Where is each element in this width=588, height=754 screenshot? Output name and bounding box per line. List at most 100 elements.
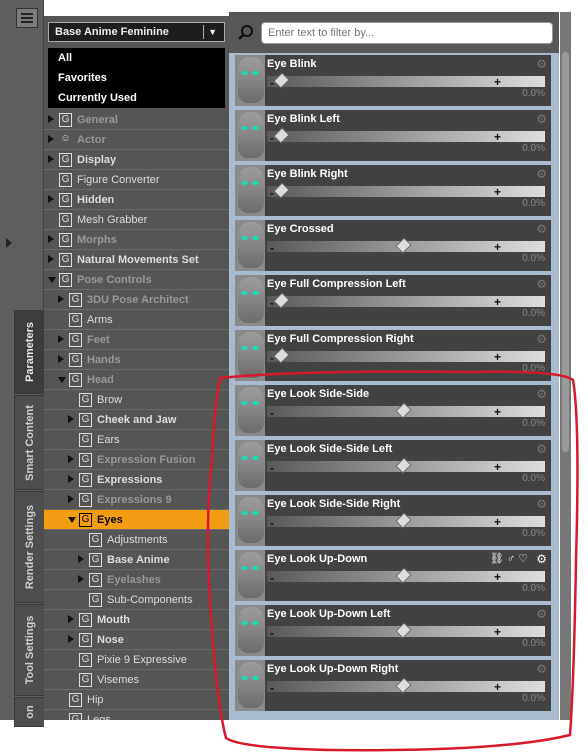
tab-render-settings[interactable]: Render Settings [14, 491, 44, 603]
slider-track[interactable] [267, 76, 545, 87]
tree-node[interactable]: G Expressions [44, 470, 229, 490]
gear-icon[interactable]: ⚙ [536, 497, 547, 511]
tree-node[interactable]: G General [44, 110, 229, 130]
gear-icon[interactable]: ⚙ [536, 442, 547, 456]
tree-node[interactable]: G Feet [44, 330, 229, 350]
property-slider-card[interactable]: Eye Look Up-Down Left ⚙ - +0.0% [235, 605, 551, 656]
tree-node[interactable]: G Nose [44, 630, 229, 650]
property-slider-card[interactable]: Eye Blink Right ⚙ - +0.0% [235, 165, 551, 216]
expand-arrow-down-icon[interactable] [68, 517, 76, 523]
property-value[interactable]: 0.0% [522, 528, 545, 539]
tree-node[interactable]: G Pixie 9 Expressive [44, 650, 229, 670]
tree-node[interactable]: G Morphs [44, 230, 229, 250]
property-value[interactable]: 0.0% [522, 693, 545, 704]
property-slider-card[interactable]: Eye Crossed ⚙ - +0.0% [235, 220, 551, 271]
expand-arrow-down-icon[interactable] [58, 377, 66, 383]
tree-node[interactable]: G Hands [44, 350, 229, 370]
tree-node[interactable]: G Ears [44, 430, 229, 450]
expand-arrow-right-icon[interactable] [58, 335, 64, 343]
expand-arrow-right-icon[interactable] [48, 235, 54, 243]
scrollbar-thumb[interactable] [562, 52, 569, 452]
gear-icon[interactable]: ⚙ [536, 607, 547, 621]
property-slider-card[interactable]: Eye Look Side-Side Right ⚙ - +0.0% [235, 495, 551, 546]
slider-track[interactable] [267, 296, 545, 307]
tree-node[interactable]: ☺ Actor [44, 130, 229, 150]
property-slider-card[interactable]: Eye Blink ⚙ - +0.0% [235, 55, 551, 106]
property-value[interactable]: 0.0% [522, 143, 545, 154]
expand-arrow-right-icon[interactable] [58, 355, 64, 363]
gear-icon[interactable]: ⚙ [536, 112, 547, 126]
gear-icon[interactable]: ⚙ [536, 662, 547, 676]
property-value[interactable]: 0.0% [522, 363, 545, 374]
favorites-item[interactable]: Currently Used [48, 88, 225, 108]
property-slider-card[interactable]: Eye Full Compression Left ⚙ - +0.0% [235, 275, 551, 326]
tree-node[interactable]: G Expressions 9 [44, 490, 229, 510]
tree-node[interactable]: G Adjustments [44, 530, 229, 550]
property-slider-card[interactable]: Eye Look Up-Down Right ⚙ - +0.0% [235, 660, 551, 711]
tree-node[interactable]: G Mesh Grabber [44, 210, 229, 230]
expand-arrow-right-icon[interactable] [48, 255, 54, 263]
tab-partial[interactable]: on [14, 697, 44, 727]
expand-arrow-right-icon[interactable] [48, 195, 54, 203]
tree-node[interactable]: G Arms [44, 310, 229, 330]
tree-node[interactable]: G Legs [44, 710, 229, 720]
property-value[interactable]: 0.0% [522, 473, 545, 484]
property-slider-card[interactable]: Eye Look Up-Down ⛓♂♡ ⚙ - +0.0% [235, 550, 551, 601]
tree-node[interactable]: G Hidden [44, 190, 229, 210]
expand-arrow-right-icon[interactable] [68, 455, 74, 463]
property-value[interactable]: 0.0% [522, 198, 545, 209]
slider-track[interactable] [267, 131, 545, 142]
tree-node[interactable]: G Display [44, 150, 229, 170]
expand-arrow-right-icon[interactable] [68, 495, 74, 503]
expand-arrow-right-icon[interactable] [68, 635, 74, 643]
property-slider-card[interactable]: Eye Blink Left ⚙ - +0.0% [235, 110, 551, 161]
expand-arrow-right-icon[interactable] [68, 475, 74, 483]
preset-dropdown[interactable]: Base Anime Feminine ▼ [48, 22, 225, 42]
tree-node[interactable]: G Eyelashes [44, 570, 229, 590]
tree-node[interactable]: G Natural Movements Set [44, 250, 229, 270]
tree-node[interactable]: G Hip [44, 690, 229, 710]
scrollbar[interactable] [560, 12, 571, 720]
property-slider-card[interactable]: Eye Full Compression Right ⚙ - +0.0% [235, 330, 551, 381]
property-value[interactable]: 0.0% [522, 583, 545, 594]
expand-arrow-right-icon[interactable] [78, 575, 84, 583]
collapse-arrow-icon[interactable] [6, 238, 12, 248]
gear-icon[interactable]: ⚙ [536, 222, 547, 236]
pane-menu-button[interactable] [16, 8, 38, 28]
property-state-icons[interactable]: ⛓♂♡ [490, 552, 531, 565]
gear-icon[interactable]: ⚙ [536, 277, 547, 291]
tree-node[interactable]: G Sub-Components [44, 590, 229, 610]
tree-node[interactable]: G Head [44, 370, 229, 390]
property-slider-card[interactable]: Eye Look Side-Side ⚙ - +0.0% [235, 385, 551, 436]
property-value[interactable]: 0.0% [522, 638, 545, 649]
slider-track[interactable] [267, 351, 545, 362]
filter-input[interactable] [261, 22, 553, 44]
favorites-item[interactable]: All [48, 48, 225, 68]
gear-icon[interactable]: ⚙ [536, 387, 547, 401]
gear-icon[interactable]: ⚙ [536, 552, 547, 566]
expand-arrow-down-icon[interactable] [48, 277, 56, 283]
property-value[interactable]: 0.0% [522, 88, 545, 99]
expand-arrow-right-icon[interactable] [58, 295, 64, 303]
expand-arrow-right-icon[interactable] [48, 115, 54, 123]
property-slider-card[interactable]: Eye Look Side-Side Left ⚙ - +0.0% [235, 440, 551, 491]
property-value[interactable]: 0.0% [522, 308, 545, 319]
tree-node[interactable]: G Visemes [44, 670, 229, 690]
slider-track[interactable] [267, 186, 545, 197]
expand-arrow-right-icon[interactable] [68, 415, 74, 423]
tab-smart-content[interactable]: Smart Content [14, 395, 44, 490]
tab-parameters[interactable]: Parameters [14, 310, 44, 394]
tree-node[interactable]: G Brow [44, 390, 229, 410]
tree-node[interactable]: G Mouth [44, 610, 229, 630]
gear-icon[interactable]: ⚙ [536, 332, 547, 346]
tree-node[interactable]: G Cheek and Jaw [44, 410, 229, 430]
tab-tool-settings[interactable]: Tool Settings [14, 604, 44, 696]
expand-arrow-right-icon[interactable] [78, 555, 84, 563]
gear-icon[interactable]: ⚙ [536, 167, 547, 181]
property-value[interactable]: 0.0% [522, 253, 545, 264]
expand-arrow-right-icon[interactable] [48, 135, 54, 143]
tree-node[interactable]: G Eyes [44, 510, 229, 530]
expand-arrow-right-icon[interactable] [48, 155, 54, 163]
gear-icon[interactable]: ⚙ [536, 57, 547, 71]
expand-arrow-right-icon[interactable] [68, 615, 74, 623]
